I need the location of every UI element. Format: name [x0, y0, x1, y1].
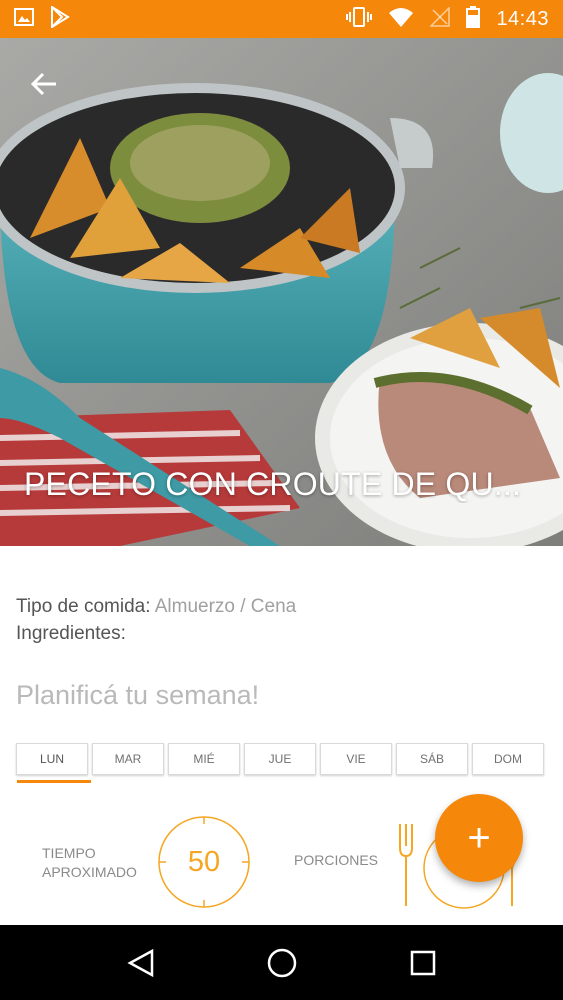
back-button[interactable]	[24, 64, 64, 104]
nav-home-button[interactable]	[260, 941, 304, 985]
tab-day-lun[interactable]: LUN	[16, 743, 88, 775]
wifi-icon	[388, 7, 414, 32]
recipe-title: PECETO CON CROUTE DE QU...	[24, 466, 522, 502]
clock: 14:43	[496, 7, 549, 30]
plus-icon: +	[467, 815, 491, 860]
image-icon	[14, 7, 34, 32]
time-value: 50	[187, 845, 221, 878]
tab-day-dom[interactable]: DOM	[472, 743, 544, 775]
battery-icon	[466, 5, 481, 33]
no-signal-icon	[429, 5, 451, 32]
time-label-line2: APROXIMADO	[42, 864, 137, 880]
tab-day-mar[interactable]: MAR	[92, 743, 164, 775]
back-triangle-icon	[126, 948, 153, 977]
ingredients-label: Ingredientes:	[16, 623, 126, 644]
meal-type-row: Tipo de comida: Almuerzo / Cena	[16, 596, 296, 618]
status-bar: 14:43	[0, 0, 563, 38]
tab-day-jue[interactable]: JUE	[244, 743, 316, 775]
nav-recents-button[interactable]	[401, 941, 445, 985]
meal-type-value: Almuerzo / Cena	[154, 596, 297, 617]
tab-day-mie[interactable]: MIÉ	[168, 743, 240, 775]
vibrate-icon	[346, 6, 373, 33]
tab-day-sab[interactable]: SÁB	[396, 743, 468, 775]
recipe-hero-image: PECETO CON CROUTE DE QU...	[0, 38, 563, 546]
arrow-left-icon	[30, 72, 56, 96]
day-tabs: LUN MAR MIÉ JUE VIE SÁB DOM	[16, 743, 544, 775]
add-recipe-button[interactable]: +	[435, 794, 523, 882]
nav-back-button[interactable]	[119, 941, 163, 985]
time-label-line1: TIEMPO	[42, 845, 96, 861]
play-store-icon	[50, 4, 70, 33]
system-nav-bar	[0, 925, 563, 1000]
home-circle-icon	[267, 948, 296, 977]
portions-label: PORCIONES	[294, 852, 379, 868]
time-label: TIEMPO APROXIMADO	[42, 844, 137, 882]
meal-type-label: Tipo de comida:	[16, 596, 151, 617]
planner-title: Planificá tu semana!	[16, 680, 260, 710]
tab-day-vie[interactable]: VIE	[320, 743, 392, 775]
recents-square-icon	[410, 950, 435, 975]
selected-day-indicator	[17, 780, 91, 783]
